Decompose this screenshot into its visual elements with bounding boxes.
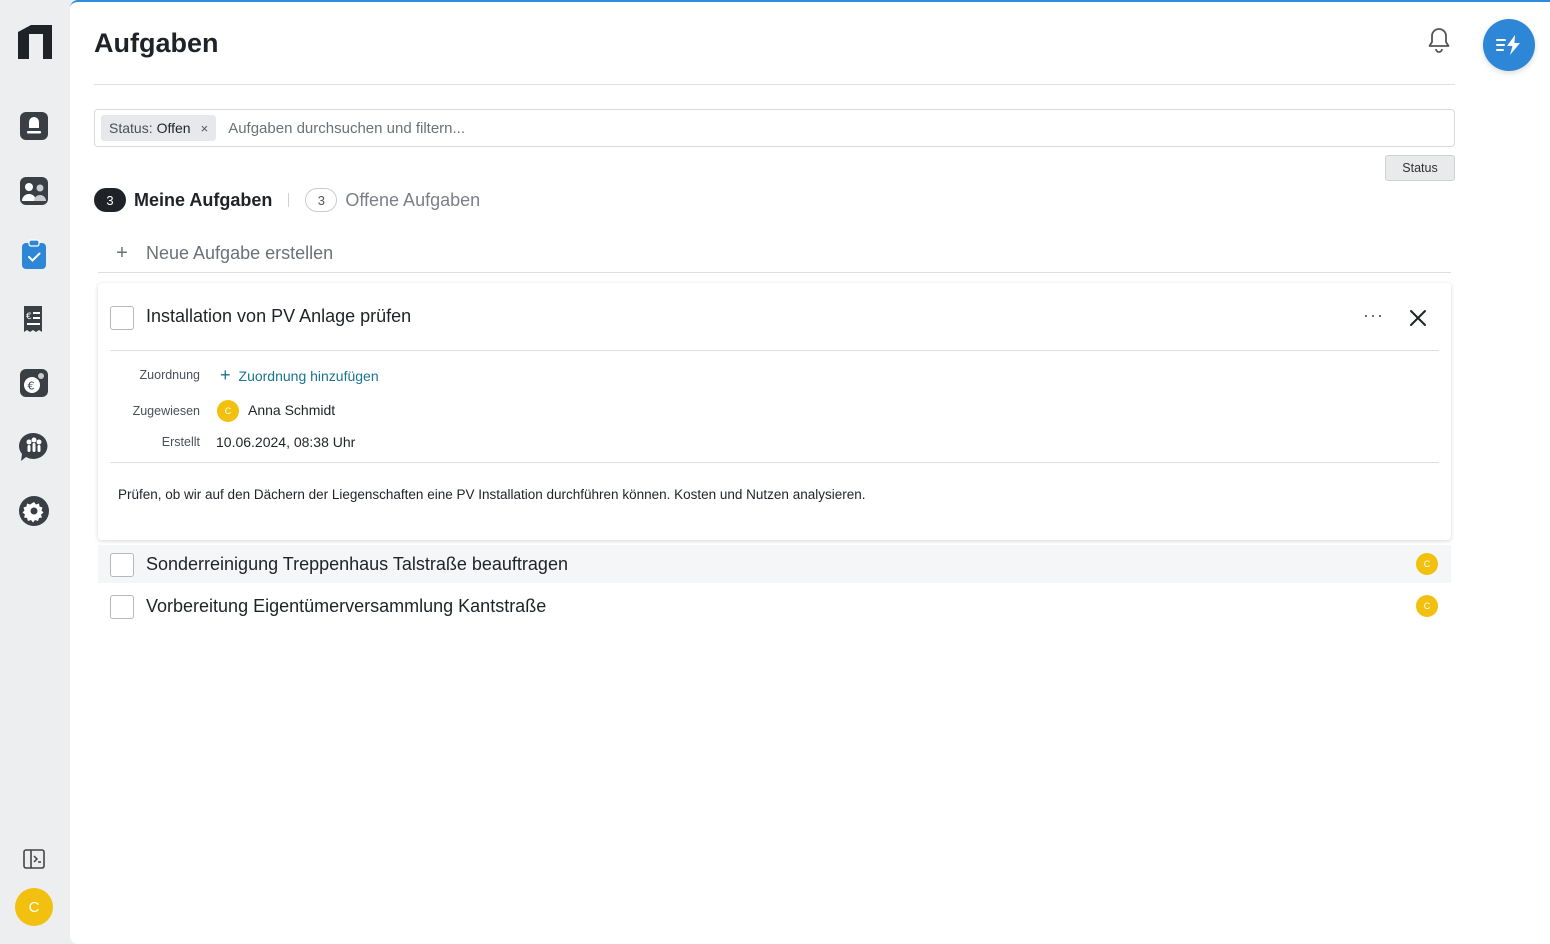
page-title: Aufgaben xyxy=(94,28,219,58)
plus-icon: + xyxy=(116,241,128,264)
close-icon[interactable] xyxy=(1407,307,1429,329)
new-task-button[interactable]: + Neue Aufgabe erstellen xyxy=(98,234,1451,273)
expanded-task-card: Installation von PV Anlage prüfen ··· Zu… xyxy=(98,283,1451,540)
people-icon[interactable] xyxy=(18,175,50,207)
finance-icon[interactable]: € xyxy=(18,367,50,399)
task-checkbox[interactable] xyxy=(110,553,134,577)
tab-count-badge: 3 xyxy=(94,188,126,212)
created-value: 10.06.2024, 08:38 Uhr xyxy=(216,434,356,450)
assignee-label: Zugewiesen xyxy=(132,404,200,418)
main-content: Aufgaben Status: Offen × Status 3 Meine … xyxy=(70,0,1550,944)
add-assignment-label: Zuordnung hinzufügen xyxy=(238,367,379,384)
bolt-list-icon xyxy=(1496,35,1520,55)
tab-label: Offene Aufgaben xyxy=(345,189,481,210)
new-task-label: Neue Aufgabe erstellen xyxy=(146,242,334,263)
assignee-avatar: C xyxy=(1416,553,1438,575)
search-filter-bar[interactable]: Status: Offen × xyxy=(94,109,1455,147)
notification-bell-icon[interactable] xyxy=(1426,26,1452,54)
chip-remove-icon[interactable]: × xyxy=(201,121,209,136)
tab-count-badge: 3 xyxy=(305,188,338,212)
created-label: Erstellt xyxy=(161,435,200,449)
add-assignment-button[interactable]: + Zuordnung hinzufügen xyxy=(220,365,379,386)
task-row[interactable]: Sonderreinigung Treppenhaus Talstraße be… xyxy=(98,545,1451,583)
title-divider xyxy=(94,84,1455,85)
tab-label: Meine Aufgaben xyxy=(134,189,273,210)
chip-value: Offen xyxy=(156,120,191,136)
app-logo[interactable] xyxy=(17,24,53,60)
chip-key: Status: xyxy=(109,120,153,136)
task-title: Sonderreinigung Treppenhaus Talstraße be… xyxy=(146,554,568,574)
task-description[interactable]: Prüfen, ob wir auf den Dächern der Liege… xyxy=(118,487,865,502)
quick-action-button[interactable] xyxy=(1483,19,1535,71)
tab-separator xyxy=(288,193,290,207)
assignee-avatar[interactable]: C xyxy=(217,400,239,422)
task-checkbox[interactable] xyxy=(110,595,134,619)
more-options-icon[interactable]: ··· xyxy=(1363,305,1384,326)
svg-text:€: € xyxy=(26,312,32,322)
assignee-name[interactable]: Anna Schmidt xyxy=(248,402,335,418)
tab-open-tasks[interactable]: 3 Offene Aufgaben xyxy=(305,188,480,212)
task-title: Vorbereitung Eigentümerversammlung Kants… xyxy=(146,596,547,616)
tasks-icon[interactable] xyxy=(18,239,50,271)
search-input[interactable] xyxy=(228,119,1129,137)
assignment-label: Zuordnung xyxy=(139,368,200,382)
plus-icon: + xyxy=(220,365,231,385)
community-icon[interactable] xyxy=(18,431,50,463)
task-row[interactable]: Vorbereitung Eigentümerversammlung Kants… xyxy=(98,587,1451,625)
sidebar-toggle-icon[interactable] xyxy=(23,849,45,869)
task-tabs: 3 Meine Aufgaben 3 Offene Aufgaben xyxy=(94,188,480,212)
status-button[interactable]: Status xyxy=(1385,155,1455,181)
task-checkbox[interactable] xyxy=(110,306,134,330)
card-divider xyxy=(110,462,1439,463)
invoice-icon[interactable]: € xyxy=(18,303,50,335)
svg-text:€: € xyxy=(28,380,35,393)
sidebar: € € C xyxy=(0,0,70,944)
task-title[interactable]: Installation von PV Anlage prüfen xyxy=(146,306,411,327)
settings-icon[interactable] xyxy=(18,495,50,527)
assignee-avatar: C xyxy=(1416,595,1438,617)
property-icon[interactable] xyxy=(18,110,50,142)
card-divider xyxy=(110,350,1439,351)
tab-my-tasks[interactable]: 3 Meine Aufgaben xyxy=(94,188,272,212)
user-avatar[interactable]: C xyxy=(15,888,53,926)
filter-chip-status[interactable]: Status: Offen × xyxy=(101,115,217,141)
